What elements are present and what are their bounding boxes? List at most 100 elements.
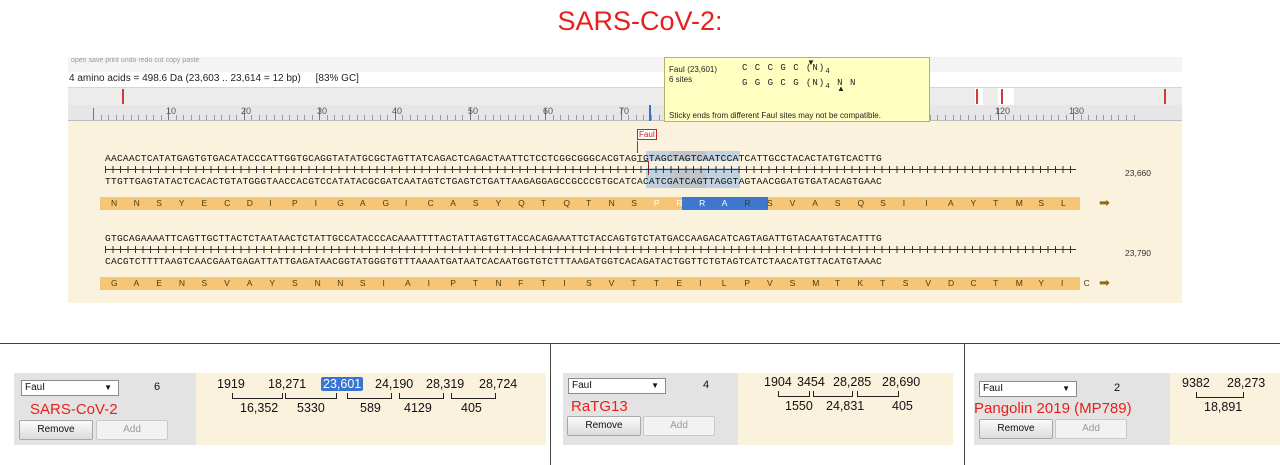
amino-acid: I bbox=[314, 198, 317, 208]
amino-acid: S bbox=[359, 278, 366, 288]
amino-acid: S bbox=[586, 278, 592, 288]
add-button[interactable]: Add bbox=[643, 416, 715, 436]
add-button[interactable]: Add bbox=[96, 420, 168, 440]
site-position[interactable]: 1919 bbox=[217, 377, 245, 391]
figure-title: SARS-CoV-2: bbox=[557, 6, 723, 36]
translation-bar[interactable]: GAENSVAYSNNSIAIPTNFTISVTTEILPVSMTKTSVDCT… bbox=[100, 277, 1090, 290]
ruler-tick bbox=[1050, 115, 1052, 120]
site-position[interactable]: 24,190 bbox=[375, 377, 413, 391]
site-position[interactable]: 28,690 bbox=[882, 375, 920, 389]
fragment-bracket bbox=[285, 393, 337, 399]
ruler-tick bbox=[183, 115, 185, 120]
amino-acid: S bbox=[156, 198, 162, 208]
top-strand[interactable]: AACAACTCATATGAGTGTGACATACCCATTGGTGCAGGTA… bbox=[105, 153, 882, 164]
enzyme-site-marker[interactable] bbox=[976, 89, 978, 104]
top-strand[interactable]: GTGCAGAAAATTCAGTTGCTTACTCTAATAACTCTATTGC… bbox=[105, 233, 882, 244]
ruler-tick bbox=[145, 115, 147, 120]
amino-acid: V bbox=[925, 278, 931, 288]
fragment-length: 405 bbox=[461, 401, 482, 415]
amino-acid: R bbox=[676, 198, 683, 208]
ruler-tick bbox=[537, 115, 539, 120]
ruler-tick bbox=[153, 115, 155, 120]
site-position[interactable]: 28,273 bbox=[1227, 376, 1265, 390]
fragment-length: 589 bbox=[360, 401, 381, 415]
amino-acid: P bbox=[653, 198, 660, 208]
enzyme-select[interactable]: FauI ▼ bbox=[21, 380, 119, 396]
translation-bar[interactable]: NNSYECDIPIGAGICASYQTQTNSPRRARSVASQSIIAYT… bbox=[100, 197, 1080, 210]
enzyme-site-marker[interactable] bbox=[1164, 89, 1166, 104]
remove-button[interactable]: Remove bbox=[979, 419, 1053, 439]
amino-acid: L bbox=[721, 278, 727, 288]
amino-acid: D bbox=[246, 198, 253, 208]
site-position[interactable]: 28,319 bbox=[426, 377, 464, 391]
enzyme-controls: FauI ▼ 2 Pangolin 2019 (MP789) Remove Ad… bbox=[974, 373, 1170, 445]
cut-triangle-icon: ▲ bbox=[837, 84, 845, 93]
site-position[interactable]: 3454 bbox=[797, 375, 825, 389]
site-position-selected[interactable]: 23,601 bbox=[321, 377, 364, 391]
fragment-bracket bbox=[399, 393, 444, 399]
fragment-length: 16,352 bbox=[240, 401, 279, 415]
dropdown-caret-icon: ▼ bbox=[651, 381, 659, 390]
enzyme-panels: FauI ▼ 6 SARS-CoV-2 Remove Add 1919 18,2… bbox=[0, 343, 1280, 465]
amino-acid: G bbox=[337, 198, 344, 208]
enzyme-select[interactable]: FauI ▼ bbox=[568, 378, 666, 394]
site-position[interactable]: 1904 bbox=[764, 375, 792, 389]
enzyme-site-marker[interactable] bbox=[1001, 89, 1003, 104]
amino-acid: S bbox=[472, 198, 479, 208]
amino-acid: L bbox=[1061, 198, 1066, 208]
ruler-tick bbox=[387, 115, 389, 120]
enzyme-select[interactable]: FauI ▼ bbox=[979, 381, 1077, 397]
site-count: 6 bbox=[154, 381, 161, 393]
ruler-number: 120 bbox=[995, 106, 1011, 116]
ruler-tick bbox=[311, 115, 313, 120]
sequence-overview-map[interactable] bbox=[68, 87, 1182, 106]
site-position[interactable]: 28,724 bbox=[479, 377, 517, 391]
enzyme-site-marker[interactable] bbox=[122, 89, 124, 104]
amino-acid: T bbox=[993, 198, 999, 208]
amino-acid: I bbox=[269, 198, 272, 208]
remove-button[interactable]: Remove bbox=[19, 420, 93, 440]
site-count: 2 bbox=[1114, 382, 1121, 394]
add-button[interactable]: Add bbox=[1055, 419, 1127, 439]
dropdown-caret-icon: ▼ bbox=[104, 383, 112, 392]
bottom-strand[interactable]: CACGTCTTTTAAGTCAACGAATGAGATTATTGAGATAACG… bbox=[105, 256, 882, 267]
amino-acid: T bbox=[586, 198, 592, 208]
amino-acid: D bbox=[947, 278, 955, 288]
amino-acid: N bbox=[314, 278, 321, 288]
site-position[interactable]: 28,285 bbox=[833, 375, 871, 389]
ruler-tick bbox=[454, 115, 456, 120]
site-position[interactable]: 9382 bbox=[1182, 376, 1210, 390]
enzyme-cut-label[interactable]: FauI bbox=[637, 129, 658, 140]
ruler-tick bbox=[273, 115, 275, 120]
top-site-sub: 4 bbox=[825, 67, 831, 76]
position-ruler[interactable]: 10 20 30 40 50 60 70 120 130 bbox=[68, 105, 1182, 121]
amino-acid: M bbox=[812, 278, 820, 288]
remove-button[interactable]: Remove bbox=[567, 416, 641, 436]
site-position[interactable]: 18,271 bbox=[268, 377, 306, 391]
ruler-number: 130 bbox=[1069, 106, 1085, 116]
ruler-tick bbox=[1110, 115, 1112, 120]
fragment-length: 24,831 bbox=[826, 399, 865, 413]
fragment-length: 405 bbox=[892, 399, 913, 413]
ruler-tick bbox=[1118, 115, 1120, 120]
amino-acid: S bbox=[201, 278, 208, 288]
ruler-tick bbox=[1043, 115, 1045, 120]
enzyme-tooltip: FauI (23,601) 6 sites C C C G C (N)4 G G… bbox=[664, 57, 930, 122]
amino-acid: G bbox=[111, 278, 118, 288]
amino-acid: R bbox=[744, 198, 751, 208]
ruler-tick bbox=[424, 115, 426, 120]
amino-acid: Q bbox=[563, 198, 571, 208]
fragment-bracket bbox=[347, 393, 392, 399]
ruler-tick bbox=[1088, 115, 1090, 120]
ruler-tick bbox=[304, 115, 306, 120]
panel-ratg13: FauI ▼ 4 RaTG13 Remove Add 1904 3454 28,… bbox=[563, 373, 953, 445]
amino-acid: A bbox=[405, 278, 411, 288]
amino-acid: S bbox=[291, 278, 298, 288]
amino-acid: N bbox=[133, 198, 140, 208]
ruler-tick bbox=[251, 115, 253, 120]
toolbar-strip[interactable]: open save print undo redo cut copy paste bbox=[68, 57, 1182, 71]
ruler-tick bbox=[960, 115, 962, 120]
ruler-tick bbox=[507, 115, 509, 120]
organism-label: RaTG13 bbox=[571, 398, 628, 415]
bottom-strand[interactable]: TTGTTGAGTATACTCACACTGTATGGGTAACCACGTCCAT… bbox=[105, 176, 882, 187]
